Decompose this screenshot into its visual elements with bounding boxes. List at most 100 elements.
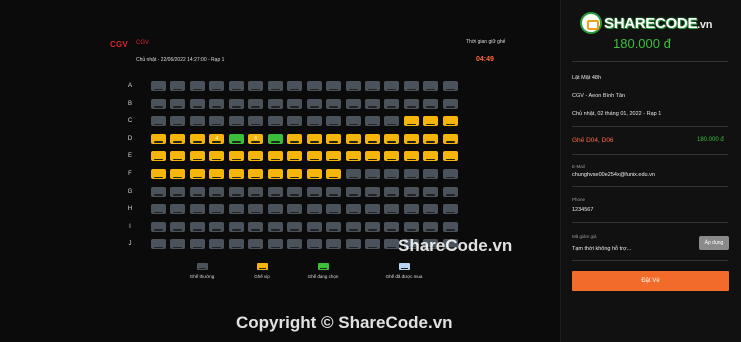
seat-j03[interactable] [189, 239, 205, 250]
seat-b02[interactable] [170, 98, 186, 109]
seat-e10[interactable] [326, 151, 342, 162]
seat-g10[interactable] [326, 186, 342, 197]
seat-b10[interactable] [326, 98, 342, 109]
seat-e09[interactable] [306, 151, 322, 162]
seat-c01[interactable] [151, 116, 166, 127]
book-ticket-button[interactable]: Đặt Vé [572, 271, 729, 291]
seat-f14[interactable] [403, 169, 419, 179]
seat-i05[interactable] [228, 221, 244, 232]
seat-c03[interactable] [189, 116, 205, 127]
seat-e02[interactable] [170, 151, 186, 162]
promo-code-input[interactable]: Tạm thời không hỗ trợ... [572, 246, 692, 256]
seat-i11[interactable] [345, 221, 361, 232]
seat-g05[interactable] [228, 186, 244, 197]
seat-h05[interactable] [228, 204, 244, 215]
seat-b01[interactable] [151, 98, 166, 109]
seat-a14[interactable] [403, 81, 419, 91]
seat-j12[interactable] [364, 239, 380, 250]
seat-a02[interactable] [170, 81, 186, 91]
seat-f05[interactable] [228, 169, 244, 179]
seat-h15[interactable] [423, 204, 439, 215]
seat-i10[interactable] [326, 221, 342, 232]
seat-e01[interactable] [151, 151, 166, 162]
seat-a10[interactable] [326, 81, 342, 91]
seat-f03[interactable] [189, 169, 205, 179]
seat-e04[interactable] [209, 151, 225, 162]
seat-c13[interactable] [384, 116, 400, 127]
seat-i13[interactable] [384, 221, 400, 232]
seat-d09[interactable] [306, 133, 322, 144]
seat-f16[interactable] [442, 169, 458, 179]
seat-d01[interactable] [151, 133, 166, 144]
seat-g07[interactable] [267, 186, 283, 197]
seat-i03[interactable] [189, 221, 205, 232]
seat-h08[interactable] [287, 204, 303, 215]
seat-g09[interactable] [306, 186, 322, 197]
seat-d03[interactable] [189, 133, 205, 144]
apply-promo-button[interactable]: Áp dụng [699, 236, 729, 250]
seat-h01[interactable] [151, 204, 166, 215]
seat-d13[interactable] [384, 133, 400, 144]
seat-d02[interactable] [170, 133, 186, 144]
seat-d16[interactable] [442, 133, 458, 144]
seat-j11[interactable] [345, 239, 361, 250]
seat-e12[interactable] [364, 151, 380, 162]
seat-a12[interactable] [364, 81, 380, 91]
seat-j05[interactable] [228, 239, 244, 250]
seat-i07[interactable] [267, 221, 283, 232]
seat-i09[interactable] [306, 221, 322, 232]
seat-c08[interactable] [287, 116, 303, 127]
seat-f12[interactable] [364, 169, 380, 179]
seat-i01[interactable] [151, 221, 166, 232]
seat-j08[interactable] [287, 239, 303, 250]
seat-g11[interactable] [345, 186, 361, 197]
seat-f02[interactable] [170, 169, 186, 179]
seat-a08[interactable] [287, 81, 303, 91]
seat-d07[interactable] [267, 133, 283, 144]
phone-field[interactable]: 1234567 [572, 207, 593, 213]
seat-c10[interactable] [326, 116, 342, 127]
seat-d05[interactable] [228, 133, 244, 144]
seat-i15[interactable] [423, 221, 439, 232]
seat-d11[interactable] [345, 133, 361, 144]
seat-a16[interactable] [442, 81, 458, 91]
seat-a05[interactable] [228, 81, 244, 91]
seat-f10[interactable] [326, 169, 342, 179]
seat-i14[interactable] [403, 221, 419, 232]
seat-c14[interactable] [403, 116, 419, 127]
seat-g06[interactable] [248, 186, 264, 197]
seat-h14[interactable] [403, 204, 419, 215]
seat-d14[interactable] [403, 133, 419, 144]
seat-g02[interactable] [170, 186, 186, 197]
seat-d06[interactable]: 6 [248, 133, 264, 144]
seat-f01[interactable] [151, 169, 166, 179]
seat-i12[interactable] [364, 221, 380, 232]
seat-b04[interactable] [209, 98, 225, 109]
seat-b07[interactable] [267, 98, 283, 109]
seat-h03[interactable] [189, 204, 205, 215]
seat-i02[interactable] [170, 221, 186, 232]
seat-h13[interactable] [384, 204, 400, 215]
seat-d04[interactable]: 4 [209, 133, 225, 144]
seat-h06[interactable] [248, 204, 264, 215]
seat-e03[interactable] [189, 151, 205, 162]
seat-j04[interactable] [209, 239, 225, 250]
seat-j09[interactable] [306, 239, 322, 250]
seat-g16[interactable] [442, 186, 458, 197]
seat-g01[interactable] [151, 186, 166, 197]
seat-j10[interactable] [326, 239, 342, 250]
seat-a13[interactable] [384, 81, 400, 91]
seat-f06[interactable] [248, 169, 264, 179]
seat-h12[interactable] [364, 204, 380, 215]
seat-b14[interactable] [403, 98, 419, 109]
seat-j07[interactable] [267, 239, 283, 250]
seat-f07[interactable] [267, 169, 283, 179]
seat-e08[interactable] [287, 151, 303, 162]
seat-j02[interactable] [170, 239, 186, 250]
seat-c06[interactable] [248, 116, 264, 127]
seat-e06[interactable] [248, 151, 264, 162]
seat-h02[interactable] [170, 204, 186, 215]
seat-e16[interactable] [442, 151, 458, 162]
seat-i16[interactable] [442, 221, 458, 232]
seat-a15[interactable] [423, 81, 439, 91]
